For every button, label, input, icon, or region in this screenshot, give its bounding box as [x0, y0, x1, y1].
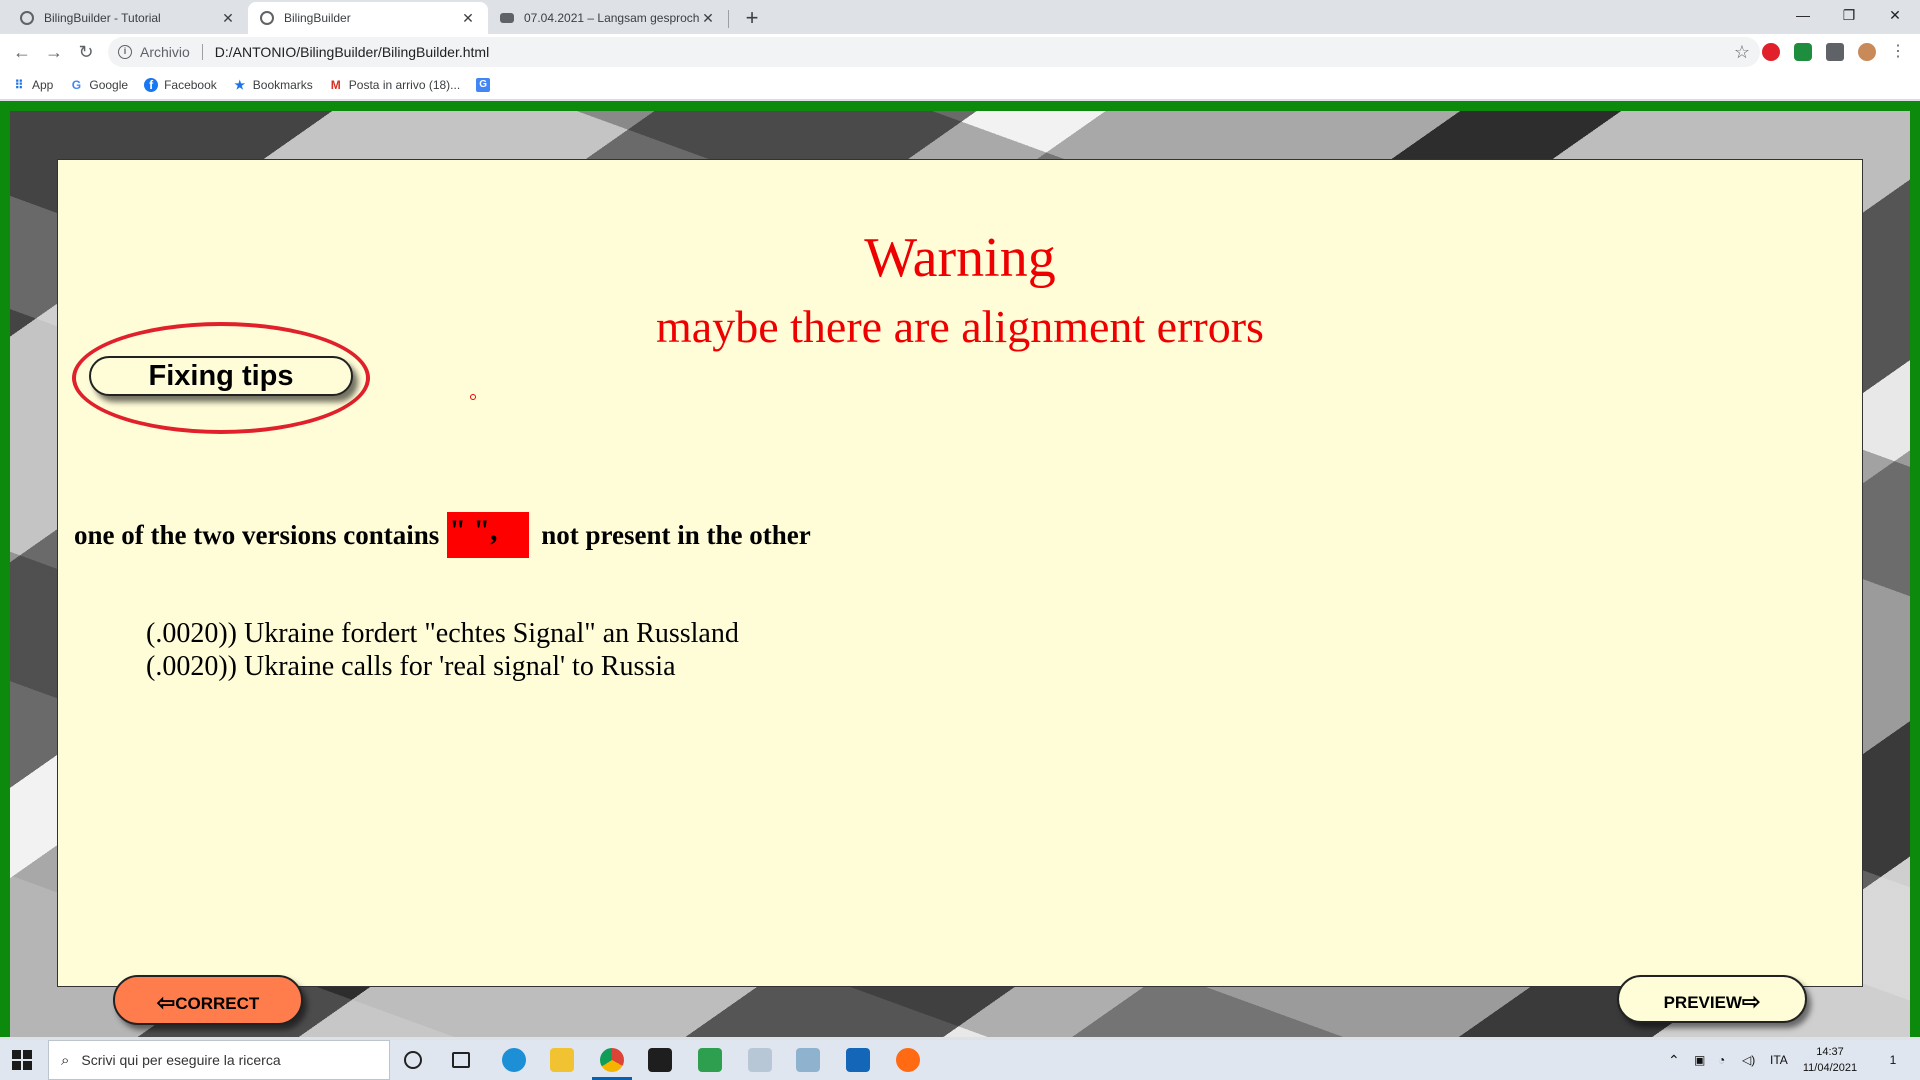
new-tab-button[interactable]: + [738, 4, 766, 32]
tab-title: BilingBuilder - Tutorial [44, 11, 161, 25]
restore-button[interactable]: ❐ [1826, 0, 1872, 30]
system-clock[interactable]: 14:37 11/04/2021 [1790, 1044, 1870, 1076]
alignment-message: one of the two versions contains " ", no… [74, 512, 811, 558]
message-suffix: not present in the other [541, 519, 811, 550]
back-button[interactable]: ← [10, 40, 34, 64]
page-frame: Warning maybe there are alignment errors… [0, 101, 1920, 1037]
search-icon: ⌕ [61, 1051, 70, 1069]
taskbar-search-box[interactable]: ⌕ Scrivi qui per eseguire la ricerca [48, 1040, 390, 1080]
close-tab-icon[interactable]: ✕ [700, 10, 716, 27]
tab-separator [728, 10, 729, 28]
search-placeholder: Scrivi qui per eseguire la ricerca [81, 1052, 281, 1068]
edge-icon[interactable] [502, 1048, 526, 1072]
forward-button[interactable]: → [42, 40, 66, 64]
tab-langsam[interactable]: 07.04.2021 – Langsam gesproche ✕ [488, 2, 728, 34]
chrome-icon[interactable] [592, 1048, 632, 1080]
bookmark-gmail[interactable]: M Posta in arrivo (18)... [329, 78, 460, 92]
notification-center-icon[interactable]: 1 [1880, 1040, 1906, 1080]
volume-icon[interactable]: ◁) [1742, 1040, 1755, 1080]
google-icon: G [71, 77, 82, 92]
file-explorer-icon[interactable] [550, 1048, 574, 1072]
notepad-icon[interactable] [796, 1048, 820, 1072]
address-separator [201, 44, 203, 60]
media-icon [500, 13, 514, 23]
bookmark-translate[interactable]: G [476, 77, 496, 92]
correct-label: CORRECT [175, 994, 260, 1013]
reload-button[interactable]: ↻ [74, 40, 98, 64]
cortana-icon[interactable] [404, 1051, 422, 1069]
extensions-puzzle-icon[interactable] [1826, 43, 1844, 61]
bookmark-label: App [32, 77, 54, 92]
browser-toolbar: ← → ↻ i Archivio D:/ANTONIO/BilingBuilde… [0, 34, 1920, 70]
tab-bilingbuilder[interactable]: BilingBuilder ✕ [248, 2, 488, 34]
minimize-button[interactable]: — [1780, 0, 1826, 30]
warning-panel: Warning maybe there are alignment errors… [57, 159, 1863, 987]
correct-button[interactable]: ⇦CORRECT [113, 975, 303, 1025]
bookmark-label: Google [89, 77, 129, 92]
arrow-forward-icon: ⇨ [1741, 989, 1761, 1014]
preview-button[interactable]: PREVIEW⇨ [1617, 975, 1807, 1023]
paint-icon[interactable] [748, 1048, 772, 1072]
notification-count: 1 [1889, 1053, 1897, 1067]
german-sentence: (.0020)) Ukraine fordert "echtes Signal"… [146, 618, 739, 649]
bookmark-label: Bookmarks [252, 77, 313, 92]
close-tab-icon[interactable]: ✕ [460, 10, 476, 27]
translate-icon: G [476, 77, 491, 92]
meet-now-icon[interactable]: ▣ [1694, 1040, 1705, 1080]
windows-start-icon[interactable] [12, 1050, 32, 1070]
language-indicator[interactable]: ITA [1770, 1040, 1788, 1080]
message-prefix: one of the two versions contains [74, 519, 440, 550]
clock-time: 14:37 [1816, 1046, 1844, 1058]
task-view-icon[interactable] [452, 1052, 470, 1068]
windows-taskbar: ⌕ Scrivi qui per eseguire la ricerca ⌃ ▣… [0, 1040, 1920, 1080]
close-tab-icon[interactable]: ✕ [220, 10, 236, 27]
tab-tutorial[interactable]: BilingBuilder - Tutorial ✕ [8, 2, 248, 34]
bookmark-app[interactable]: ⠿ App [12, 77, 54, 92]
bookmark-bookmarks[interactable]: ★ Bookmarks [233, 77, 313, 92]
bookmark-star-icon[interactable]: ☆ [1734, 42, 1750, 63]
small-circle-marker [470, 394, 476, 400]
apps-grid-icon: ⠿ [14, 77, 24, 92]
gmail-icon: M [330, 77, 341, 92]
tray-chevron-icon[interactable]: ⌃ [1668, 1040, 1680, 1080]
network-icon[interactable]: ◔ [1718, 1040, 1725, 1080]
star-icon: ★ [234, 77, 246, 92]
url-text[interactable]: D:/ANTONIO/BilingBuilder/BilingBuilder.h… [215, 44, 489, 60]
facebook-icon: f [144, 77, 159, 92]
globe-icon [20, 11, 34, 25]
tab-bar: BilingBuilder - Tutorial ✕ BilingBuilder… [0, 0, 1920, 34]
tab-title: 07.04.2021 – Langsam gesproche [524, 11, 700, 25]
bookmark-google[interactable]: G Google [69, 78, 128, 92]
warning-title: Warning [864, 227, 1056, 289]
close-window-button[interactable]: ✕ [1872, 0, 1918, 30]
highlighted-token: " ", [447, 512, 530, 558]
bookmark-label: Facebook [164, 77, 217, 92]
address-bar[interactable]: i Archivio D:/ANTONIO/BilingBuilder/Bili… [108, 37, 1760, 67]
profile-avatar[interactable] [1858, 43, 1876, 61]
firefox-icon[interactable] [896, 1048, 920, 1072]
security-chip: Archivio [140, 44, 190, 60]
info-icon[interactable]: i [118, 45, 132, 59]
shield-extension-icon[interactable] [1794, 43, 1812, 61]
tab-title: BilingBuilder [284, 11, 351, 25]
preview-label: PREVIEW [1663, 993, 1742, 1012]
bookmark-facebook[interactable]: f Facebook [144, 77, 217, 92]
opera-extension-icon[interactable] [1762, 43, 1780, 61]
english-sentence: (.0020)) Ukraine calls for 'real signal'… [146, 651, 676, 682]
fixing-tips-button[interactable]: Fixing tips [89, 356, 353, 396]
editor-icon[interactable] [698, 1048, 722, 1072]
arrow-back-icon: ⇦ [156, 990, 176, 1015]
terminal-icon[interactable] [648, 1048, 672, 1072]
clock-date: 11/04/2021 [1802, 1062, 1858, 1074]
photos-icon[interactable] [846, 1048, 870, 1072]
menu-kebab-icon[interactable]: ⋮ [1886, 40, 1910, 64]
bookmarks-bar: ⠿ App G Google f Facebook ★ Bookmarks M … [0, 70, 1920, 100]
bookmark-label: Posta in arrivo (18)... [348, 77, 461, 92]
globe-icon [260, 11, 274, 25]
